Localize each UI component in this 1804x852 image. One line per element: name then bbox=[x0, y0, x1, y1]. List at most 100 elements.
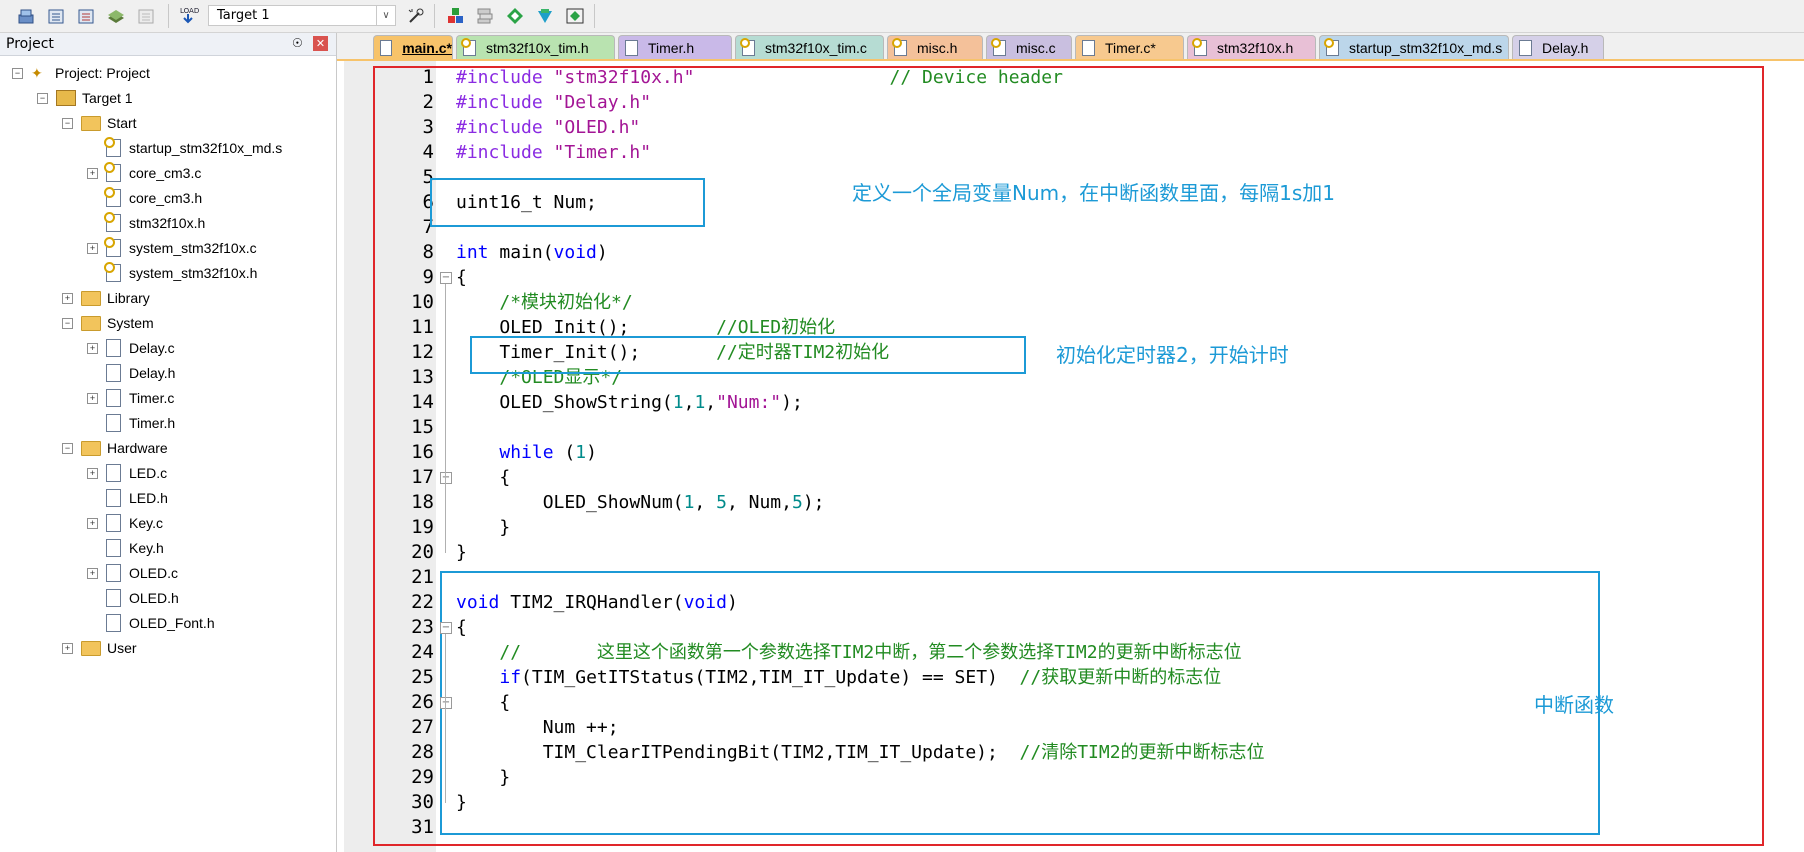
expand-icon[interactable]: + bbox=[62, 642, 73, 654]
tree-item[interactable]: − System bbox=[62, 312, 154, 334]
tree-item-label: stm32f10x.h bbox=[129, 215, 206, 231]
tree-item-label: Key.c bbox=[129, 515, 163, 531]
collapse-icon[interactable]: − bbox=[12, 67, 23, 79]
annotation-global-var: 定义一个全局变量Num，在中断函数里面，每隔1s加1 bbox=[852, 181, 1335, 205]
tree-item[interactable]: + Key.c bbox=[87, 512, 163, 534]
collapse-icon[interactable]: − bbox=[37, 92, 48, 104]
target-select[interactable]: Target 1 ∨ bbox=[208, 5, 396, 26]
tree-item[interactable]: + Timer.c bbox=[87, 387, 174, 409]
tree-item-label: system_stm32f10x.c bbox=[129, 240, 257, 256]
editor-tab[interactable]: Delay.h bbox=[1512, 35, 1604, 59]
tree-item-label: OLED.c bbox=[129, 565, 179, 581]
options-icon[interactable] bbox=[404, 4, 428, 28]
tab-label: stm32f10x_tim.c bbox=[765, 39, 867, 56]
tree-item[interactable]: Delay.h bbox=[87, 362, 175, 384]
file-icon bbox=[380, 39, 393, 56]
file-extensions-icon[interactable] bbox=[473, 4, 497, 28]
pin-icon[interactable]: ☉ bbox=[292, 36, 303, 50]
tree-item[interactable]: − Target 1 bbox=[37, 87, 133, 109]
close-icon[interactable]: ✕ bbox=[313, 36, 328, 51]
expand-icon[interactable]: + bbox=[87, 167, 98, 179]
expand-icon[interactable]: + bbox=[87, 567, 98, 579]
file-key-icon bbox=[1324, 37, 1339, 56]
expand-icon[interactable]: + bbox=[87, 392, 98, 404]
debug-icon[interactable] bbox=[563, 4, 587, 28]
tree-item[interactable]: Key.h bbox=[87, 537, 164, 559]
expand-icon[interactable]: + bbox=[87, 242, 98, 254]
tree-item[interactable]: − Start bbox=[62, 112, 137, 134]
editor-tab[interactable]: stm32f10x_tim.c bbox=[735, 35, 884, 59]
tree-item-label: Delay.c bbox=[129, 340, 175, 356]
svg-text:LOAD: LOAD bbox=[180, 7, 199, 15]
tree-item-label: User bbox=[107, 640, 137, 656]
highlight-box-timer-init bbox=[470, 336, 1026, 374]
pack-installer-icon[interactable] bbox=[533, 4, 557, 28]
tree-item[interactable]: − ✦ Project: Project bbox=[12, 62, 150, 84]
file-key-icon bbox=[104, 162, 121, 182]
tab-label: Delay.h bbox=[1542, 39, 1589, 56]
stop-build-icon[interactable] bbox=[134, 4, 158, 28]
manage-components-icon[interactable] bbox=[443, 4, 467, 28]
tree-item-label: System bbox=[107, 315, 154, 331]
file-key-icon bbox=[104, 137, 121, 157]
download-icon[interactable]: LOAD bbox=[176, 4, 200, 28]
panel-header: Project ☉ ✕ bbox=[0, 33, 336, 56]
tree-item-label: OLED.h bbox=[129, 590, 179, 606]
tree-item[interactable]: + User bbox=[62, 637, 137, 659]
tree-item[interactable]: OLED.h bbox=[87, 587, 179, 609]
editor-tab[interactable]: startup_stm32f10x_md.s bbox=[1319, 35, 1509, 59]
fold-icon[interactable]: − bbox=[440, 622, 452, 634]
tree-item[interactable]: stm32f10x.h bbox=[87, 212, 205, 234]
target-icon bbox=[56, 90, 76, 106]
translate-icon[interactable] bbox=[14, 4, 38, 28]
annotation-irq-handler: 中断函数 bbox=[1534, 693, 1614, 717]
fold-icon[interactable]: − bbox=[440, 272, 452, 284]
tab-label: startup_stm32f10x_md.s bbox=[1349, 39, 1503, 56]
file-icon bbox=[106, 464, 121, 482]
tree-item[interactable]: + Library bbox=[62, 287, 150, 309]
target-select-label: Target 1 bbox=[217, 8, 270, 23]
expand-icon[interactable]: + bbox=[87, 517, 98, 529]
tab-label: stm32f10x_tim.h bbox=[486, 39, 589, 56]
fold-icon[interactable]: − bbox=[440, 472, 452, 484]
expand-icon[interactable]: + bbox=[62, 292, 73, 304]
expand-icon[interactable]: + bbox=[87, 467, 98, 479]
expand-icon[interactable]: + bbox=[87, 342, 98, 354]
tree-item[interactable]: core_cm3.h bbox=[87, 187, 202, 209]
editor-tab[interactable]: main.c* bbox=[373, 35, 453, 59]
tree-item[interactable]: OLED_Font.h bbox=[87, 612, 215, 634]
tree-item[interactable]: LED.h bbox=[87, 487, 168, 509]
select-packs-icon[interactable] bbox=[503, 4, 527, 28]
build-icon[interactable] bbox=[44, 4, 68, 28]
tree-item[interactable]: startup_stm32f10x_md.s bbox=[87, 137, 282, 159]
tree-item[interactable]: Timer.h bbox=[87, 412, 175, 434]
batch-build-icon[interactable] bbox=[104, 4, 128, 28]
editor-tab[interactable]: Timer.c* bbox=[1075, 35, 1184, 59]
editor-tab[interactable]: Timer.h bbox=[618, 35, 732, 59]
tree-item-label: Timer.c bbox=[129, 390, 175, 406]
file-key-icon bbox=[461, 37, 476, 56]
tree-item[interactable]: + Delay.c bbox=[87, 337, 175, 359]
tree-item[interactable]: + LED.c bbox=[87, 462, 167, 484]
chevron-down-icon[interactable]: ∨ bbox=[376, 6, 395, 25]
tree-item[interactable]: + system_stm32f10x.c bbox=[87, 237, 257, 259]
editor-tab[interactable]: misc.c bbox=[986, 35, 1072, 59]
collapse-icon[interactable]: − bbox=[62, 442, 73, 454]
editor-tab[interactable]: stm32f10x.h bbox=[1187, 35, 1316, 59]
project-icon: ✦ bbox=[31, 65, 43, 81]
editor-tab[interactable]: stm32f10x_tim.h bbox=[456, 35, 615, 59]
collapse-icon[interactable]: − bbox=[62, 117, 73, 129]
tree-item[interactable]: + OLED.c bbox=[87, 562, 178, 584]
tab-label: Timer.c* bbox=[1105, 39, 1156, 56]
rebuild-icon[interactable] bbox=[74, 4, 98, 28]
toolbar: LOAD Target 1 ∨ bbox=[0, 0, 1804, 33]
file-icon bbox=[1519, 39, 1532, 56]
collapse-icon[interactable]: − bbox=[62, 317, 73, 329]
fold-icon[interactable]: − bbox=[440, 697, 452, 709]
editor-tab[interactable]: misc.h bbox=[887, 35, 983, 59]
code-editor[interactable]: 1 2 3 4 5 6 7 8 9 10 11 12 13 14 15 16 17 18 19 20 21 22 23 24 2… bbox=[344, 61, 1804, 852]
tree-item[interactable]: system_stm32f10x.h bbox=[87, 262, 257, 284]
tree-item[interactable]: − Hardware bbox=[62, 437, 168, 459]
tree-item[interactable]: + core_cm3.c bbox=[87, 162, 201, 184]
file-key-icon bbox=[892, 37, 907, 56]
